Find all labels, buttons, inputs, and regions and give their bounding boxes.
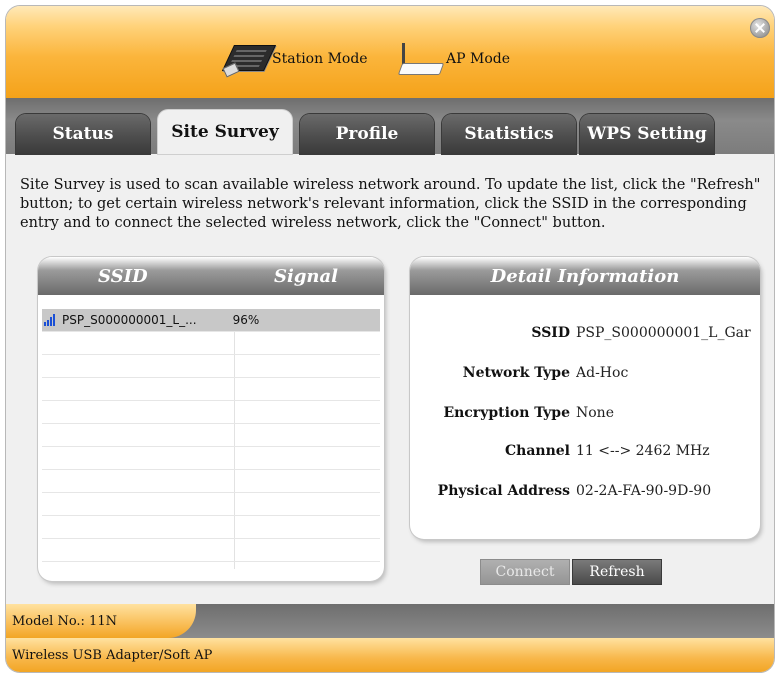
detail-network-type-label: Network Type: [462, 365, 570, 381]
detail-ssid-value: PSP_S000000001_L_Gar: [576, 325, 751, 341]
tab-status[interactable]: Status: [16, 114, 150, 154]
empty-list-row: [42, 493, 380, 516]
empty-list-row: [42, 401, 380, 424]
footer-bar: Model No.: 11N Wireless USB Adapter/Soft…: [6, 604, 774, 672]
detail-ssid-label: SSID: [531, 325, 570, 341]
detail-information-title: Detail Information: [410, 257, 760, 295]
ap-mode-button[interactable]: AP Mode: [396, 42, 510, 76]
station-mode-button[interactable]: Station Mode: [221, 42, 368, 78]
close-icon[interactable]: [750, 18, 770, 38]
detail-encryption-type-label: Encryption Type: [443, 405, 570, 421]
network-row[interactable]: PSP_S000000001_L_... 96%: [42, 309, 380, 332]
detail-channel-row: Channel 11 <--> 2462 MHz: [410, 439, 760, 463]
tab-bar: Status Site Survey Profile Statistics WP…: [6, 98, 774, 154]
model-number-label: Model No.: 11N: [12, 614, 117, 629]
network-list-header: SSID Signal: [38, 257, 384, 295]
connect-button[interactable]: Connect: [480, 559, 570, 585]
empty-list-row: [42, 355, 380, 378]
column-header-ssid[interactable]: SSID: [38, 266, 228, 287]
signal-strength-icon: [44, 314, 60, 326]
empty-list-row: [42, 539, 380, 562]
detail-information-panel: Detail Information SSID PSP_S000000001_L…: [410, 257, 760, 539]
product-name-label: Wireless USB Adapter/Soft AP: [12, 648, 213, 663]
ap-mode-label: AP Mode: [446, 51, 510, 67]
empty-list-row: [42, 378, 380, 401]
empty-list-row: [42, 447, 380, 470]
station-adapter-icon: [221, 43, 277, 78]
network-list: PSP_S000000001_L_... 96%: [42, 309, 380, 581]
detail-physical-address-label: Physical Address: [437, 483, 570, 499]
detail-encryption-type-row: Encryption Type None: [410, 401, 760, 425]
detail-network-type-value: Ad-Hoc: [576, 365, 629, 381]
empty-list-row: [42, 332, 380, 355]
site-survey-description: Site Survey is used to scan available wi…: [20, 177, 761, 231]
network-signal: 96%: [232, 313, 260, 327]
access-point-icon: [396, 43, 445, 75]
header-bar: Station Mode AP Mode: [6, 6, 774, 98]
detail-physical-address-row: Physical Address 02-2A-FA-90-9D-90: [410, 479, 760, 503]
network-ssid: PSP_S000000001_L_...: [62, 313, 197, 327]
tab-wps-setting[interactable]: WPS Setting: [580, 114, 714, 154]
refresh-button[interactable]: Refresh: [572, 559, 662, 585]
detail-channel-value: 11 <--> 2462 MHz: [576, 443, 710, 459]
tab-profile[interactable]: Profile: [300, 114, 434, 154]
empty-list-row: [42, 470, 380, 493]
app-window: Station Mode AP Mode Status Site Survey …: [6, 6, 774, 672]
detail-encryption-type-value: None: [576, 405, 614, 421]
empty-list-row: [42, 424, 380, 447]
detail-ssid-row: SSID PSP_S000000001_L_Gar: [410, 321, 760, 345]
empty-list-row: [42, 516, 380, 539]
column-header-signal[interactable]: Signal: [228, 266, 384, 287]
station-mode-label: Station Mode: [272, 51, 368, 67]
detail-network-type-row: Network Type Ad-Hoc: [410, 361, 760, 385]
tab-statistics[interactable]: Statistics: [442, 114, 576, 154]
tab-site-survey[interactable]: Site Survey: [158, 110, 292, 154]
detail-channel-label: Channel: [505, 443, 570, 459]
empty-list-row: [42, 562, 380, 581]
detail-physical-address-value: 02-2A-FA-90-9D-90: [576, 483, 712, 499]
network-list-panel: SSID Signal PSP_S000000001_L_... 96%: [38, 257, 384, 581]
